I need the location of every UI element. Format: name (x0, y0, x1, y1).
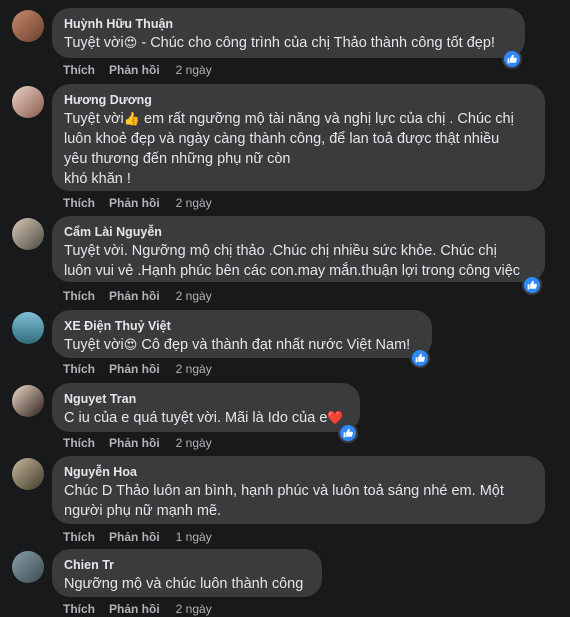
avatar[interactable] (12, 86, 44, 118)
timestamp[interactable]: 2 ngày (176, 361, 212, 377)
comment-bubble: Nguyet Tran C iu của e quá tuyệt vời. Mã… (52, 383, 360, 432)
like-reaction-badge[interactable] (338, 423, 358, 443)
reply-button[interactable]: Phản hồi (109, 361, 160, 377)
comment-actions: Thích Phản hồi 1 ngày (63, 529, 226, 545)
thumbs-up-icon (507, 54, 517, 64)
reply-button[interactable]: Phản hồi (109, 601, 160, 617)
comment-text: Tuyệt vời😍 - Chúc cho công trình của chị… (64, 35, 495, 51)
comment-actions: Thích Phản hồi 2 ngày (63, 195, 226, 211)
like-button[interactable]: Thích (63, 62, 95, 78)
comment-text: C iu của e quá tuyệt vời. Mãi là Ido của… (64, 410, 344, 426)
comment-actions: Thích Phản hồi 2 ngày (63, 435, 226, 451)
reply-button[interactable]: Phản hồi (109, 288, 160, 304)
timestamp[interactable]: 1 ngày (176, 529, 212, 545)
comment-text: Chúc D Thảo luôn an bình, hạnh phúc và l… (64, 483, 504, 519)
comment-actions: Thích Phản hồi 2 ngày (63, 601, 226, 617)
timestamp[interactable]: 2 ngày (176, 435, 212, 451)
comment-bubble: Chien Tr Ngưỡng mộ và chúc luôn thành cô… (52, 549, 322, 597)
emoji: 👍 (123, 111, 140, 126)
like-button[interactable]: Thích (63, 195, 95, 211)
timestamp[interactable]: 2 ngày (176, 62, 212, 78)
comment-bubble: XE Điện Thuỷ Việt Tuyệt vời😍 Cô đẹp và t… (52, 310, 432, 358)
avatar[interactable] (12, 458, 44, 490)
timestamp[interactable]: 2 ngày (176, 195, 212, 211)
emoji: 😍 (123, 337, 138, 352)
like-reaction-badge[interactable] (522, 275, 542, 295)
comment-actions: Thích Phản hồi 2 ngày (63, 361, 226, 377)
comment-bubble: Hương Dương Tuyệt vời👍 em rất ngưỡng mộ … (52, 84, 545, 191)
comment-bubble: Huỳnh Hữu Thuận Tuyệt vời😍 - Chúc cho cô… (52, 8, 525, 58)
comment-actions: Thích Phản hồi 2 ngày (63, 62, 226, 78)
thumbs-up-icon (415, 353, 425, 363)
avatar[interactable] (12, 218, 44, 250)
comment-author[interactable]: Hương Dương (64, 92, 533, 108)
like-button[interactable]: Thích (63, 601, 95, 617)
emoji: 😍 (123, 35, 138, 50)
timestamp[interactable]: 2 ngày (176, 601, 212, 617)
comment-text: Tuyệt vời👍 em rất ngưỡng mộ tài năng và … (64, 111, 514, 187)
thumbs-up-icon (343, 428, 353, 438)
comment-text: Ngưỡng mộ và chúc luôn thành công (64, 576, 304, 592)
comment-author[interactable]: Chien Tr (64, 557, 310, 573)
like-button[interactable]: Thích (63, 529, 95, 545)
comment-bubble: Cẩm Lài Nguyễn Tuyệt vời. Ngưỡng mộ chị … (52, 216, 545, 282)
avatar[interactable] (12, 385, 44, 417)
comment-author[interactable]: Nguyet Tran (64, 391, 348, 407)
like-reaction-badge[interactable] (502, 49, 522, 69)
like-button[interactable]: Thích (63, 361, 95, 377)
reply-button[interactable]: Phản hồi (109, 529, 160, 545)
avatar[interactable] (12, 312, 44, 344)
like-button[interactable]: Thích (63, 435, 95, 451)
comment-text: Tuyệt vời. Ngưỡng mộ chị thảo .Chúc chị … (64, 243, 521, 279)
comment-author[interactable]: Cẩm Lài Nguyễn (64, 224, 533, 240)
reply-button[interactable]: Phản hồi (109, 435, 160, 451)
timestamp[interactable]: 2 ngày (176, 288, 212, 304)
comment-bubble: Nguyễn Hoa Chúc D Thảo luôn an bình, hạn… (52, 456, 545, 524)
like-reaction-badge[interactable] (410, 348, 430, 368)
comment-text: Tuyệt vời😍 Cô đẹp và thành đạt nhất nước… (64, 337, 411, 353)
like-button[interactable]: Thích (63, 288, 95, 304)
comment-author[interactable]: Huỳnh Hữu Thuận (64, 16, 513, 32)
reply-button[interactable]: Phản hồi (109, 195, 160, 211)
thumbs-up-icon (527, 280, 537, 290)
avatar[interactable] (12, 551, 44, 583)
reply-button[interactable]: Phản hồi (109, 62, 160, 78)
comment-actions: Thích Phản hồi 2 ngày (63, 288, 226, 304)
comment-author[interactable]: XE Điện Thuỷ Việt (64, 318, 420, 334)
avatar[interactable] (12, 10, 44, 42)
comment-author[interactable]: Nguyễn Hoa (64, 464, 533, 480)
